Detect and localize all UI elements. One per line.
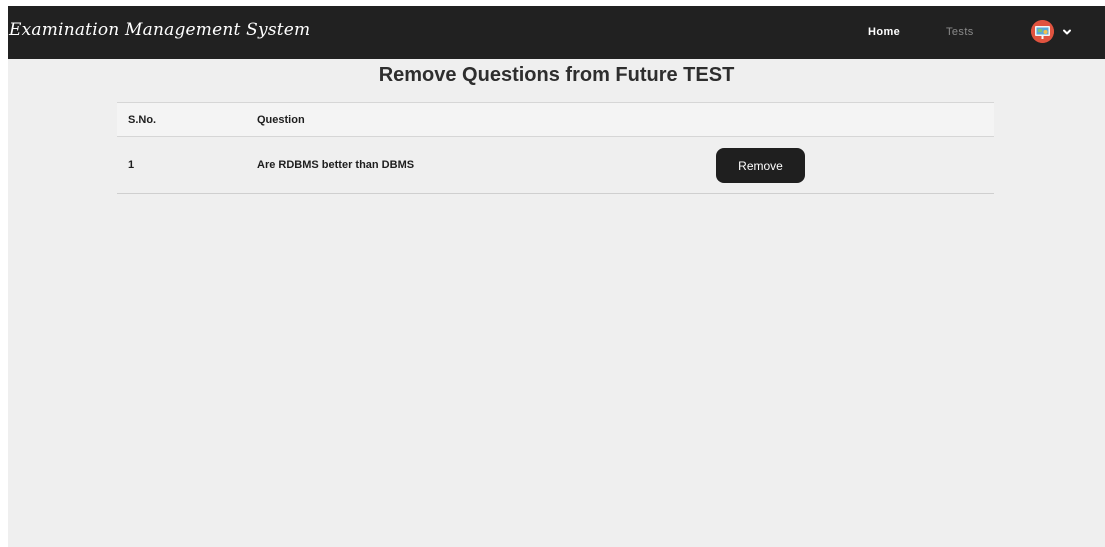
header-sno: S.No. bbox=[128, 114, 157, 126]
nav-tests-link[interactable]: Tests bbox=[946, 26, 974, 38]
questions-table: S.No. Question 1 Are RDBMS better than D… bbox=[117, 102, 994, 194]
table-header-row: S.No. Question bbox=[117, 103, 994, 137]
nav-home-link[interactable]: Home bbox=[868, 26, 900, 38]
brand-logo-text[interactable]: Examination Management System bbox=[9, 20, 310, 40]
chevron-down-icon[interactable] bbox=[1061, 26, 1073, 38]
user-avatar[interactable] bbox=[1031, 20, 1054, 43]
header-question: Question bbox=[257, 114, 305, 126]
row-sno: 1 bbox=[128, 159, 135, 171]
table-row: 1 Are RDBMS better than DBMS Remove bbox=[117, 137, 994, 194]
app-window: Examination Management System Home Tests… bbox=[8, 6, 1105, 547]
row-question: Are RDBMS better than DBMS bbox=[257, 159, 415, 171]
top-navbar: Examination Management System Home Tests bbox=[8, 6, 1105, 59]
presentation-board-icon bbox=[1031, 20, 1054, 43]
page-title: Remove Questions from Future TEST bbox=[378, 64, 735, 86]
remove-question-button[interactable]: Remove bbox=[716, 148, 805, 183]
